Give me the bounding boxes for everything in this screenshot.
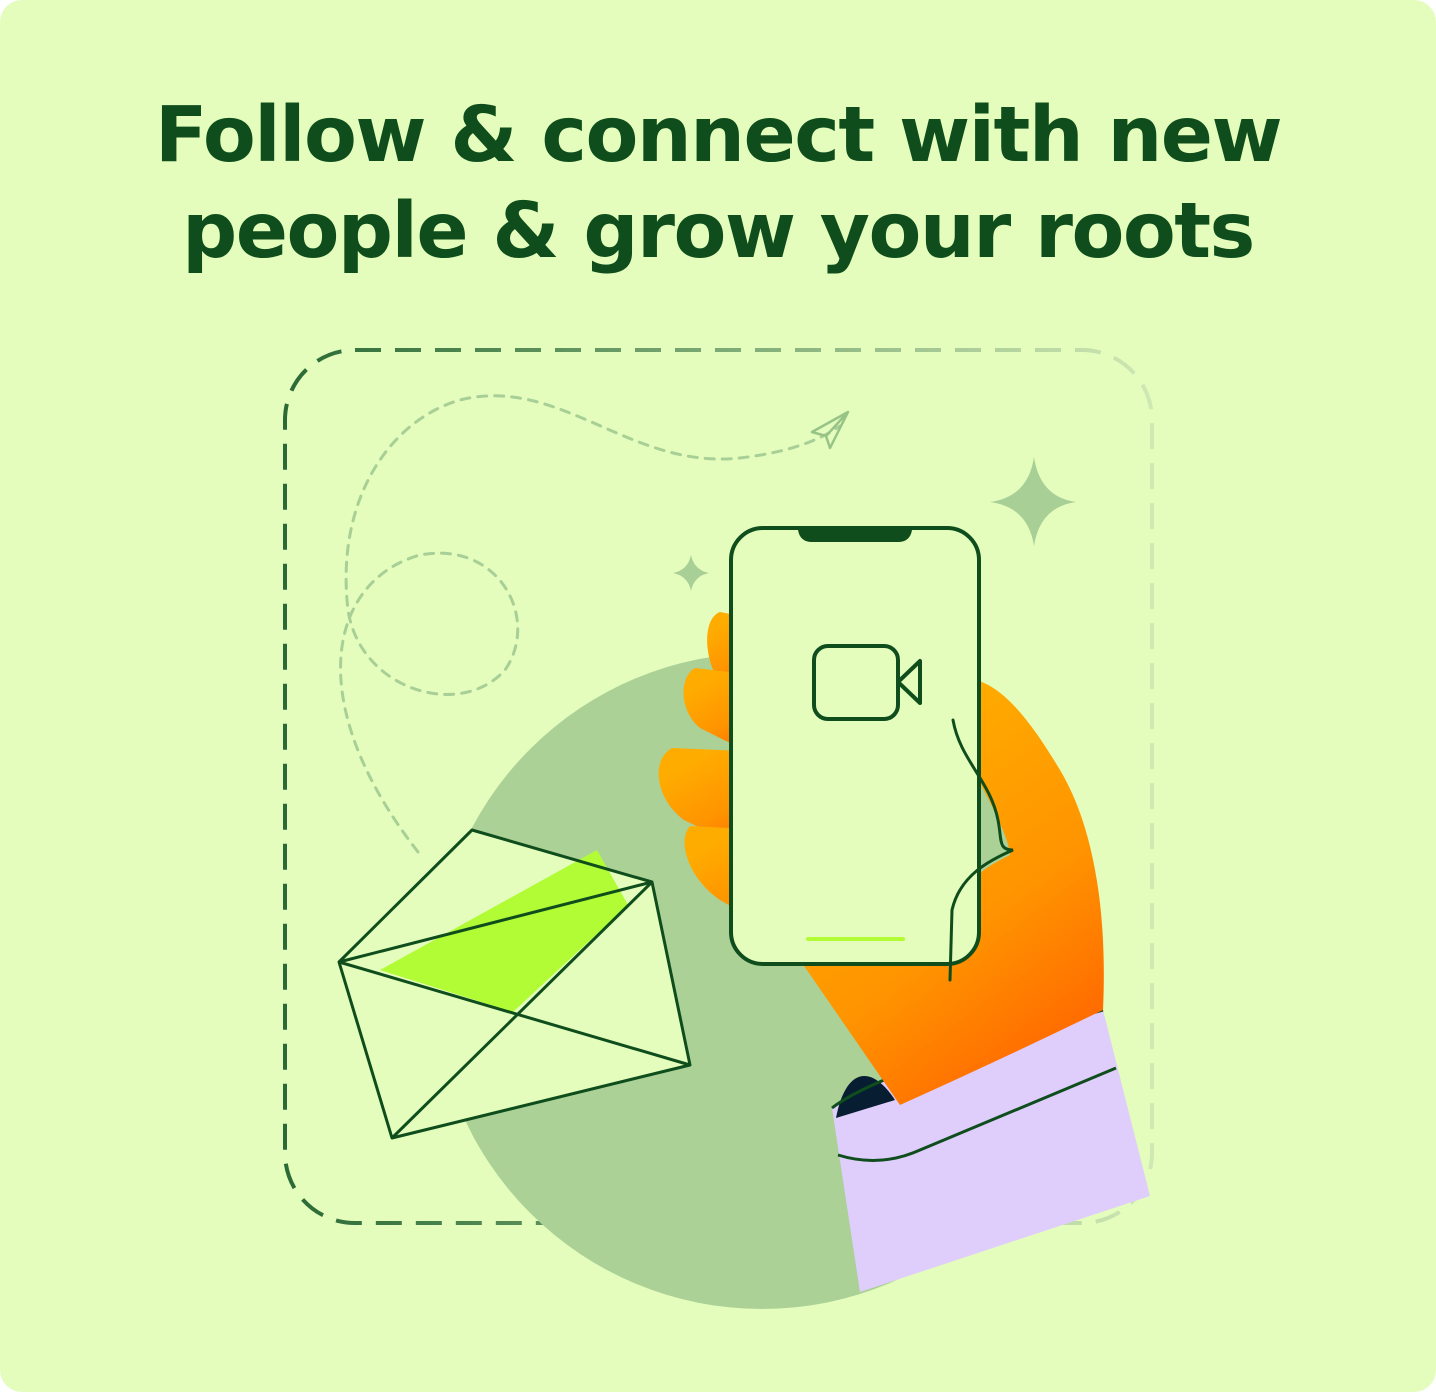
sparkle-icon [673, 555, 709, 591]
smartphone-icon [729, 526, 981, 966]
onboarding-card: Follow & connect with new people & grow … [0, 0, 1436, 1392]
paper-plane-icon [810, 410, 850, 450]
connect-illustration [283, 348, 1154, 1309]
sparkle-icon [990, 457, 1076, 546]
